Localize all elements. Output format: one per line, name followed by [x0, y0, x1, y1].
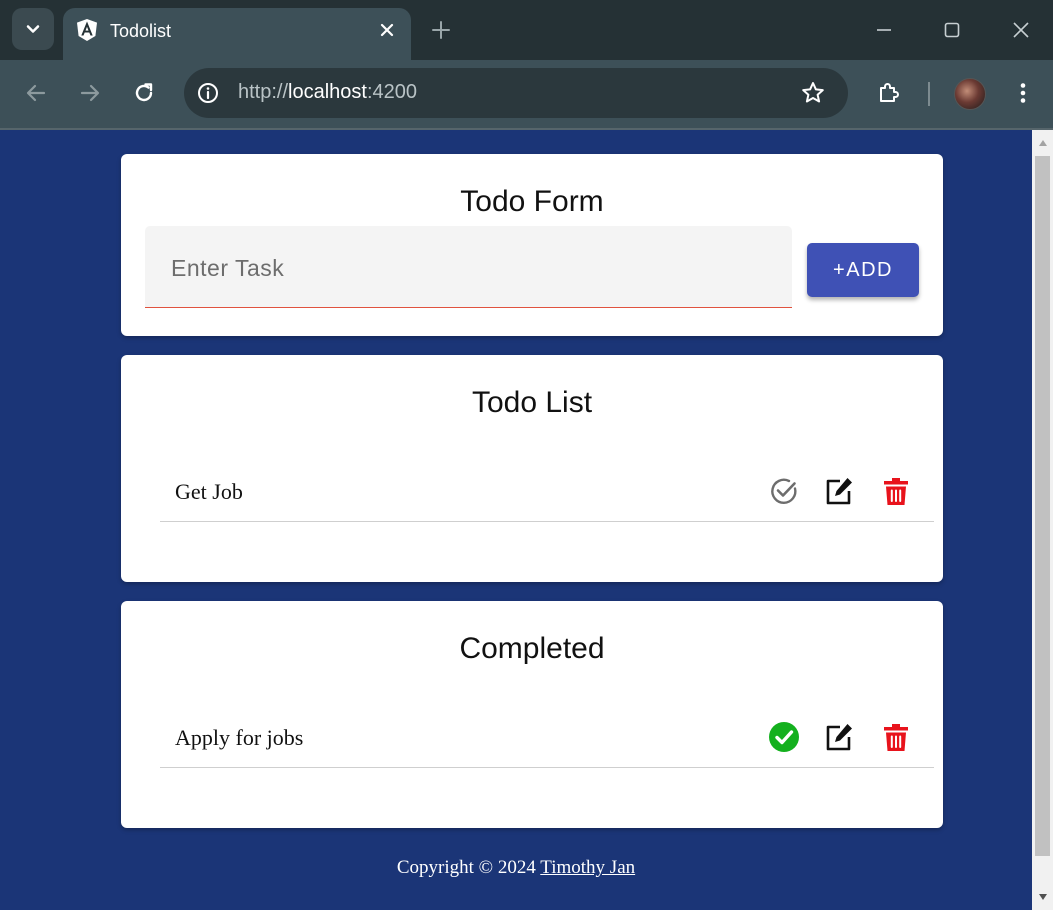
url-text: http://localhost:4200: [238, 81, 417, 104]
chevron-down-icon: [26, 25, 40, 33]
extensions-icon[interactable]: [876, 80, 902, 106]
tab-todolist[interactable]: Todolist: [63, 8, 411, 60]
tab-list-button[interactable]: [12, 8, 54, 50]
todo-form-title: Todo Form: [460, 185, 604, 218]
page-viewport: Todo Form +ADD Todo List Get Job: [3, 130, 1032, 910]
completed-title: Completed: [459, 632, 605, 665]
copyright-text: Copyright © 2024: [396, 857, 536, 878]
todo-list-title: Todo List: [471, 386, 593, 419]
reload-icon[interactable]: [131, 80, 157, 106]
close-window-icon[interactable]: [1009, 18, 1033, 42]
task-input[interactable]: [169, 250, 763, 286]
url-port: :4200: [366, 81, 418, 103]
angular-icon: [77, 19, 97, 41]
add-button[interactable]: +ADD: [807, 243, 919, 297]
minimize-icon[interactable]: [872, 18, 896, 42]
back-icon[interactable]: [23, 80, 49, 106]
close-icon[interactable]: [377, 20, 397, 40]
scroll-down-arrow[interactable]: [1032, 888, 1053, 906]
edit-icon[interactable]: [823, 475, 855, 507]
task-field[interactable]: [145, 226, 792, 308]
scroll-thumb[interactable]: [1035, 156, 1050, 856]
url-host: localhost: [288, 81, 367, 103]
trash-icon[interactable]: [880, 475, 912, 507]
scroll-up-arrow[interactable]: [1032, 134, 1053, 152]
check-circle-icon[interactable]: [768, 721, 800, 753]
task-text: Apply for jobs: [175, 725, 304, 750]
plus-icon[interactable]: [430, 19, 452, 41]
footer: Copyright © 2024 Timothy Jan: [0, 857, 1032, 879]
triangle-down-icon: [1038, 894, 1047, 900]
trash-icon[interactable]: [880, 721, 912, 753]
profile-avatar[interactable]: [954, 78, 986, 110]
check-circle-icon[interactable]: [768, 475, 800, 507]
edit-icon[interactable]: [823, 721, 855, 753]
todo-form-card: Todo Form +ADD: [121, 154, 943, 336]
task-text: Get Job: [175, 479, 243, 504]
toolbar-divider: [928, 82, 930, 106]
todo-list-card: Todo List Get Job: [121, 355, 943, 582]
star-icon[interactable]: [800, 80, 826, 106]
info-icon[interactable]: [196, 81, 220, 105]
more-icon[interactable]: [1010, 80, 1036, 106]
tab-title: Todolist: [110, 21, 172, 41]
completed-card: Completed Apply for jobs: [121, 601, 943, 828]
browser-tab-bar: Todolist: [0, 0, 1053, 60]
browser-toolbar: http://localhost:4200: [0, 60, 1053, 130]
author-link[interactable]: Timothy Jan: [540, 857, 635, 878]
list-item: Apply for jobs: [160, 708, 934, 768]
address-bar[interactable]: http://localhost:4200: [184, 68, 848, 118]
maximize-icon[interactable]: [940, 18, 964, 42]
list-item: Get Job: [160, 462, 934, 522]
url-scheme: http://: [238, 81, 289, 103]
page-scrollbar[interactable]: [1032, 130, 1053, 910]
triangle-up-icon: [1038, 140, 1047, 146]
forward-icon[interactable]: [77, 80, 103, 106]
